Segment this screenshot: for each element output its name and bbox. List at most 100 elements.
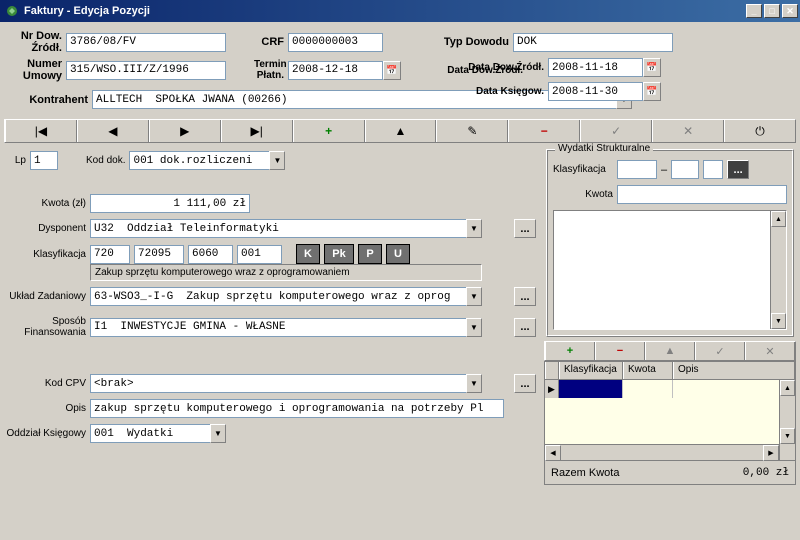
datadow-calendar-icon[interactable]: 📅 bbox=[643, 58, 661, 77]
grid-scroll-right-icon[interactable]: ▶ bbox=[763, 445, 779, 461]
numumowy-field[interactable] bbox=[66, 61, 226, 80]
add-button[interactable]: + bbox=[293, 120, 365, 142]
grid-col-kwota[interactable]: Kwota bbox=[623, 362, 673, 379]
grid-scroll-up-icon[interactable]: ▲ bbox=[780, 380, 795, 396]
kwota-field[interactable] bbox=[90, 194, 250, 213]
koddok-field[interactable] bbox=[129, 151, 269, 170]
dataksieg-field[interactable] bbox=[548, 82, 643, 101]
dataksieg-label: Data Księgow. bbox=[440, 86, 544, 97]
typdow-label: Typ Dowodu bbox=[419, 36, 509, 48]
crf-label: CRF bbox=[254, 36, 284, 48]
sposob-dropdown-icon[interactable]: ▼ bbox=[466, 318, 482, 337]
nrdow-field[interactable] bbox=[66, 33, 226, 52]
left-pane: Lp Kod dok. ▼ Kwota (zł) Dysponent ▼ bbox=[4, 147, 540, 485]
klas-k-button[interactable]: K bbox=[296, 244, 320, 264]
koddok-dropdown-icon[interactable]: ▼ bbox=[269, 151, 285, 170]
uklad-browse-button[interactable]: ... bbox=[514, 287, 536, 306]
dataksieg-calendar-icon[interactable]: 📅 bbox=[643, 82, 661, 101]
side-add-button[interactable]: + bbox=[545, 342, 595, 360]
klas-pk-button[interactable]: Pk bbox=[324, 244, 354, 264]
cancel-button[interactable]: ✕ bbox=[652, 120, 724, 142]
uklad-field[interactable] bbox=[90, 287, 466, 306]
side-klas-a-field[interactable] bbox=[617, 160, 657, 179]
oddzial-field[interactable] bbox=[90, 424, 210, 443]
oddzial-dropdown-icon[interactable]: ▼ bbox=[210, 424, 226, 443]
scrollbar-vertical[interactable]: ▲ ▼ bbox=[770, 211, 786, 329]
grid-row[interactable]: ▶ bbox=[545, 380, 795, 398]
datadow-label2: Data Dow.Źródł. bbox=[440, 62, 544, 73]
klas-d-field[interactable] bbox=[237, 245, 282, 264]
scroll-down-icon[interactable]: ▼ bbox=[771, 313, 786, 329]
kodcpv-field[interactable] bbox=[90, 374, 466, 393]
grid-scrollbar-v[interactable]: ▲ ▼ bbox=[779, 380, 795, 460]
dysponent-browse-button[interactable]: ... bbox=[514, 219, 536, 238]
lp-field[interactable] bbox=[30, 151, 58, 170]
grid-scroll-down-icon[interactable]: ▼ bbox=[780, 428, 795, 444]
klas-c-field[interactable] bbox=[188, 245, 233, 264]
close-button[interactable]: ✕ bbox=[782, 4, 798, 18]
maximize-button[interactable]: □ bbox=[764, 4, 780, 18]
side-ok-button[interactable]: ✓ bbox=[695, 342, 745, 360]
total-value: 0,00 zł bbox=[743, 467, 789, 479]
side-kwota-field[interactable] bbox=[617, 185, 787, 204]
prev-button[interactable]: ◀ bbox=[77, 120, 149, 142]
side-klas-b-field[interactable] bbox=[671, 160, 699, 179]
next-button[interactable]: ▶ bbox=[149, 120, 221, 142]
klas-u-button[interactable]: U bbox=[386, 244, 410, 264]
dysponent-dropdown-icon[interactable]: ▼ bbox=[466, 219, 482, 238]
typdow-field[interactable] bbox=[513, 33, 673, 52]
row-selector-icon[interactable]: ▶ bbox=[545, 380, 559, 398]
opis-field[interactable] bbox=[90, 399, 504, 418]
side-klas-label: Klasyfikacja bbox=[553, 164, 613, 175]
up-button[interactable]: ▲ bbox=[365, 120, 437, 142]
klas-p-button[interactable]: P bbox=[358, 244, 382, 264]
side-description-area[interactable]: ▲ ▼ bbox=[553, 210, 787, 330]
lp-label: Lp bbox=[6, 155, 26, 166]
klas-description: Zakup sprzętu komputerowego wraz z oprog… bbox=[90, 264, 482, 281]
exit-button[interactable]: ⏻ bbox=[724, 120, 795, 142]
ok-button[interactable]: ✓ bbox=[580, 120, 652, 142]
termin-calendar-icon[interactable]: 📅 bbox=[383, 61, 401, 80]
datadow-field[interactable] bbox=[548, 58, 643, 77]
grid-scroll-left-icon[interactable]: ◀ bbox=[545, 445, 561, 461]
total-label: Razem Kwota bbox=[551, 467, 619, 479]
window-title: Faktury - Edycja Pozycji bbox=[24, 5, 746, 17]
side-grid[interactable]: Klasyfikacja Kwota Opis ▶ ▲ ▼ ◀ bbox=[544, 361, 796, 461]
kodcpv-browse-button[interactable]: ... bbox=[514, 374, 536, 393]
dysponent-field[interactable] bbox=[90, 219, 466, 238]
main-toolbar: |◀ ◀ ▶ ▶| + ▲ ✎ − ✓ ✕ ⏻ bbox=[4, 119, 796, 143]
grid-scrollbar-h[interactable]: ◀ ▶ bbox=[545, 444, 779, 460]
grid-col-klas[interactable]: Klasyfikacja bbox=[559, 362, 623, 379]
grid-corner bbox=[545, 362, 559, 379]
side-toolbar: + − ▲ ✓ ✕ bbox=[544, 341, 796, 361]
klas-b-field[interactable] bbox=[134, 245, 184, 264]
crf-field[interactable] bbox=[288, 33, 383, 52]
nrdow-label: Nr Dow. Źródł. bbox=[10, 30, 62, 54]
edit-button[interactable]: ✎ bbox=[436, 120, 508, 142]
scroll-up-icon[interactable]: ▲ bbox=[771, 211, 786, 227]
total-row: Razem Kwota 0,00 zł bbox=[544, 461, 796, 485]
grid-col-opis[interactable]: Opis bbox=[673, 362, 795, 379]
uklad-dropdown-icon[interactable]: ▼ bbox=[466, 287, 482, 306]
numumowy-label: Numer Umowy bbox=[10, 58, 62, 82]
last-button[interactable]: ▶| bbox=[221, 120, 293, 142]
termin-field[interactable] bbox=[288, 61, 383, 80]
content-area: Nr Dow. Źródł. CRF Typ Dowodu Numer Umow… bbox=[0, 22, 800, 489]
sposob-browse-button[interactable]: ... bbox=[514, 318, 536, 337]
kontrahent-label: Kontrahent bbox=[10, 94, 88, 106]
minimize-button[interactable]: _ bbox=[746, 4, 762, 18]
klas-a-field[interactable] bbox=[90, 245, 130, 264]
title-bar: Faktury - Edycja Pozycji _ □ ✕ bbox=[0, 0, 800, 22]
sposob-label: Sposób Finansowania bbox=[6, 316, 86, 338]
app-icon bbox=[4, 3, 20, 19]
sposob-field[interactable] bbox=[90, 318, 466, 337]
side-edit-button[interactable]: ▲ bbox=[645, 342, 695, 360]
side-klas-c-field[interactable] bbox=[703, 160, 723, 179]
delete-button[interactable]: − bbox=[508, 120, 580, 142]
first-button[interactable]: |◀ bbox=[5, 120, 77, 142]
side-delete-button[interactable]: − bbox=[595, 342, 645, 360]
side-cancel-button[interactable]: ✕ bbox=[745, 342, 795, 360]
side-klas-browse-button[interactable]: ... bbox=[727, 160, 749, 179]
kodcpv-dropdown-icon[interactable]: ▼ bbox=[466, 374, 482, 393]
header-form: Nr Dow. Źródł. CRF Typ Dowodu Numer Umow… bbox=[4, 26, 796, 119]
